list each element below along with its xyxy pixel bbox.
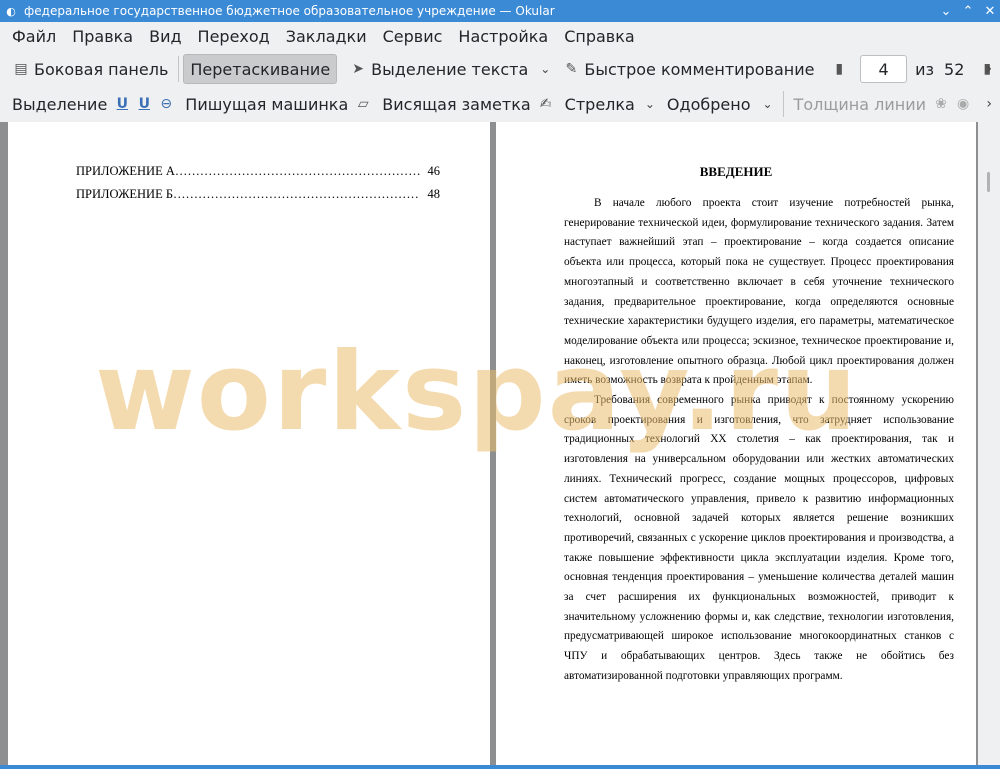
document-page-left: ПРИЛОЖЕНИЕ А……………………………………………………. 46 ПРИ… bbox=[8, 122, 490, 765]
drag-mode-button[interactable]: Перетаскивание bbox=[183, 54, 338, 84]
menu-settings[interactable]: Настройка bbox=[450, 22, 556, 52]
toc-entry-page: 48 bbox=[427, 187, 441, 201]
text-select-label: Выделение текста bbox=[371, 59, 529, 79]
chevron-down-icon[interactable]: ⌄ bbox=[540, 62, 550, 76]
menu-view[interactable]: Вид bbox=[141, 22, 189, 52]
previous-page-icon[interactable]: ▮ bbox=[830, 60, 848, 78]
menu-tools[interactable]: Сервис bbox=[375, 22, 451, 52]
highlight-label: Выделение bbox=[12, 94, 108, 114]
opacity-icon[interactable]: ◉ bbox=[954, 95, 972, 113]
window-bottom-border bbox=[0, 765, 1000, 769]
toolbar-separator bbox=[782, 91, 784, 117]
close-button[interactable]: ✕ bbox=[980, 1, 1000, 21]
arrow-label: Стрелка bbox=[564, 94, 635, 114]
sidebar-icon: ▤ bbox=[14, 61, 28, 77]
highlight-button[interactable]: Выделение bbox=[6, 89, 113, 119]
strikeout-icon[interactable]: ⊖ bbox=[157, 95, 175, 113]
page-body: В начале любого проекта стоит изучение п… bbox=[564, 194, 954, 687]
toc-entry-page: 46 bbox=[427, 164, 441, 178]
toc-entry-label: ПРИЛОЖЕНИЕ А……………………………………………………. bbox=[76, 164, 420, 178]
annotation-toolbar: Выделение U U ⊖ Пишущая машинка ▱ Висяща… bbox=[0, 86, 1000, 122]
page-number-input[interactable]: 4 bbox=[860, 55, 908, 83]
main-toolbar: ▤ Боковая панель Перетаскивание ➤ Выделе… bbox=[0, 52, 1000, 86]
document-viewport[interactable]: ПРИЛОЖЕНИЕ А……………………………………………………. 46 ПРИ… bbox=[0, 122, 1000, 765]
toolbar-overflow-icon[interactable]: › bbox=[986, 96, 992, 112]
underline-icon[interactable]: U bbox=[113, 95, 131, 113]
menu-edit[interactable]: Правка bbox=[64, 22, 141, 52]
toolbar-separator bbox=[178, 56, 180, 82]
pen-icon: ✎ bbox=[565, 61, 578, 77]
stamp-label: Одобрено bbox=[666, 94, 751, 114]
drag-mode-label: Перетаскивание bbox=[190, 59, 331, 79]
chevron-down-icon[interactable]: ⌄ bbox=[645, 97, 655, 111]
menu-go[interactable]: Переход bbox=[190, 22, 278, 52]
typewriter-label: Пишущая машинка bbox=[185, 94, 349, 114]
toc-entry[interactable]: ПРИЛОЖЕНИЕ Б…………………………………………………….. 48 bbox=[76, 187, 440, 202]
chevron-down-icon[interactable]: ⌄ bbox=[762, 97, 772, 111]
paragraph: Требования современного рынка приводят к… bbox=[564, 394, 954, 682]
hanging-note-button[interactable]: Висящая заметка bbox=[376, 89, 536, 119]
line-width-button[interactable]: Толщина линии bbox=[788, 89, 933, 119]
typewriter-button[interactable]: Пишущая машинка bbox=[179, 89, 354, 119]
menu-help[interactable]: Справка bbox=[556, 22, 643, 52]
text-select-button[interactable]: ➤ Выделение текста ⌄ bbox=[343, 54, 556, 84]
sidebar-button[interactable]: ▤ Боковая панель bbox=[6, 54, 174, 84]
page-heading: ВВЕДЕНИЕ bbox=[699, 164, 773, 179]
vertical-scrollbar[interactable] bbox=[978, 122, 1000, 765]
window-title: федеральное государственное бюджетное об… bbox=[24, 4, 555, 18]
quick-comment-label: Быстрое комментирование bbox=[584, 59, 815, 79]
stamp-button[interactable]: Одобрено ⌄ bbox=[661, 89, 779, 119]
document-page-right: ВВЕДЕНИЕ В начале любого проекта стоит и… bbox=[496, 122, 976, 765]
sidebar-label: Боковая панель bbox=[34, 59, 169, 79]
toc-entry[interactable]: ПРИЛОЖЕНИЕ А……………………………………………………. 46 bbox=[76, 164, 440, 179]
page-total: 52 bbox=[944, 59, 965, 79]
squiggle-underline-icon[interactable]: U bbox=[135, 95, 153, 113]
stamp-icon: ✍ bbox=[539, 96, 552, 112]
arrow-button[interactable]: Стрелка ⌄ bbox=[559, 89, 661, 119]
menubar: Файл Правка Вид Переход Закладки Сервис … bbox=[0, 22, 1000, 52]
menu-bookmarks[interactable]: Закладки bbox=[278, 22, 375, 52]
page-of-label: из bbox=[915, 59, 935, 79]
maximize-button[interactable]: ⌃ bbox=[958, 1, 978, 21]
menu-file[interactable]: Файл bbox=[0, 22, 64, 52]
color-icon[interactable]: ❀ bbox=[932, 95, 950, 113]
toolbar-overflow-icon[interactable]: › bbox=[986, 61, 992, 77]
window-titlebar: ◐ федеральное государственное бюджетное … bbox=[0, 0, 1000, 22]
cursor-icon: ➤ bbox=[352, 61, 365, 77]
paragraph: В начале любого проекта стоит изучение п… bbox=[564, 197, 954, 387]
note-icon: ▱ bbox=[357, 96, 369, 112]
quick-comment-button[interactable]: ✎ Быстрое комментирование bbox=[556, 54, 820, 84]
minimize-button[interactable]: ⌄ bbox=[936, 1, 956, 21]
okular-app-icon: ◐ bbox=[6, 4, 16, 18]
scrollbar-thumb[interactable] bbox=[987, 172, 990, 192]
toc-entry-label: ПРИЛОЖЕНИЕ Б…………………………………………………….. bbox=[76, 187, 420, 201]
line-width-label: Толщина линии bbox=[793, 94, 927, 114]
hanging-note-label: Висящая заметка bbox=[382, 94, 531, 114]
